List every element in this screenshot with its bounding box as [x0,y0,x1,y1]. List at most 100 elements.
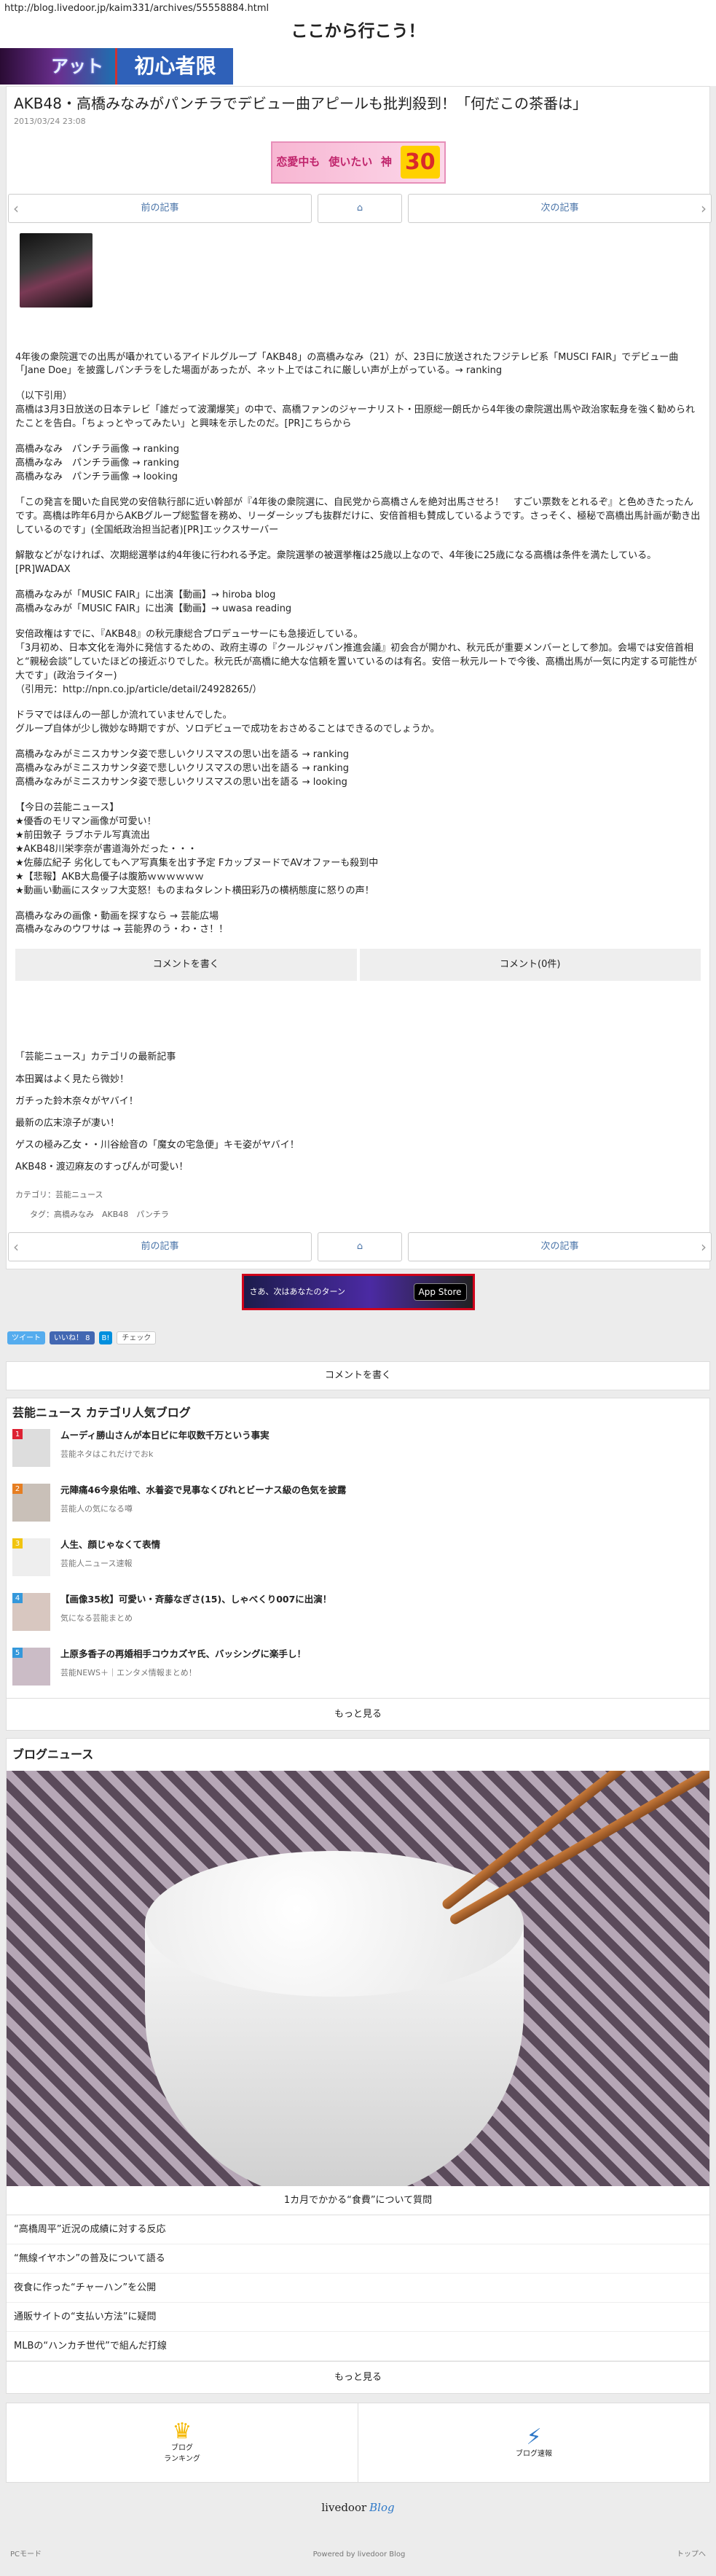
ranking-item[interactable]: 3 人生、顔じゃなくて表情 芸能人ニュース速報 [7,1534,709,1589]
next-article-button-bottom[interactable]: 次の記事 [408,1232,712,1261]
ranking-item-sub: 芸能人の気になる噂 [60,1503,133,1514]
pager-bottom: 前の記事 ⌂ 次の記事 [7,1228,712,1269]
hatena-button[interactable]: B! [98,1331,113,1344]
para-4: 解散などがなければ、次期総選挙は約4年後に行われる予定。衆院選挙の被選挙権は25… [15,550,657,576]
ranking-item-sub: 芸能ネタはこれだけでおk [60,1449,154,1459]
blog-news-item[interactable]: “高橋周平”近況の成績に対する反応 [7,2215,709,2244]
category-label: カテゴリ： [15,1190,55,1199]
ad2-text: さあ、次はあなたのターン [249,1286,345,1296]
ranking-item[interactable]: 4 【画像35枚】可愛い・斉藤なぎさ(15)、しゃべくり007に出演！ 気になる芸能… [7,1589,709,1643]
blog-speed-link[interactable]: ⚡ ブログ速報 [358,2403,709,2482]
back-to-top-link[interactable]: トップへ [677,2549,706,2560]
article-ad[interactable]: 恋愛中も 使いたい 神 30 [270,141,446,184]
category-news-item[interactable]: 最新の広末涼子が凄い！ [15,1116,701,1138]
category-news-item[interactable]: ゲスの極み乙女・・川谷絵音の「魔女の宅急便」キモ姿がヤバイ！ [15,1138,701,1160]
rank-badge: 4 [12,1593,23,1603]
home-icon: ⌂ [356,1241,363,1253]
ranking-item-sub: 芸能人ニュース速報 [60,1558,133,1568]
ad-num: 30 [400,146,440,179]
blog-news-caption[interactable]: 1カ月でかかる“食費”について質問 [7,2186,709,2215]
para-5: 高橋みなみが「MUSIC FAIR」に出演【動画】→ hiroba blog 高… [15,590,292,615]
para-3: 「この発言を聞いた自民党の安倍執行部に近い幹部が『4年後の衆院選に、自民党から高… [15,497,701,536]
category-line: カテゴリ：芸能ニュース [15,1189,701,1202]
logo-blog: Blog [369,2500,395,2514]
write-comment-button[interactable]: コメントを書く [15,949,357,982]
para-1: （以下引用） 高橋は3月3日放送の日本テレビ「誰だって波瀾爆笑」の中で、高橋ファ… [15,391,695,430]
tweet-button[interactable]: ツイート [7,1331,45,1344]
blog-news-item[interactable]: 夜食に作った“チャーハン”を公開 [7,2274,709,2303]
rank-badge: 3 [12,1538,23,1549]
bottom-bar: PCモード Powered by livedoor Blog トップへ [0,2532,716,2576]
comment-count-button[interactable]: コメント(0件) [359,949,701,982]
app-store-ad[interactable]: さあ、次はあなたのターン App Store [241,1274,475,1310]
category-news-item[interactable]: ガチった鈴木奈々がヤバイ！ [15,1095,701,1116]
ranking-item[interactable]: 1 ムーディ勝山さんが本日ビに年収数千万という事実 芸能ネタはこれだけでおk [7,1425,709,1479]
crown-icon: ♛ [172,2419,192,2444]
category-link[interactable]: 芸能ニュース [55,1190,103,1199]
ranking-item[interactable]: 5 上原多香子の再婚相手コウカズヤ氏、バッシングに楽手し！ 芸能NEWS＋｜エンタメ… [7,1643,709,1698]
blog-title[interactable]: ここから行こう！ [0,16,716,48]
like-button[interactable]: いいね！ 8 [50,1331,95,1344]
blog-speed-label: ブログ速報 [516,2449,552,2458]
article-date: 2013/03/24 23:08 [14,117,86,126]
prev-article-button-bottom[interactable]: 前の記事 [8,1232,312,1261]
tags-links[interactable]: 高橋みなみ AKB48 パンチラ [54,1210,169,1219]
author-avatar [20,232,93,308]
category-news-heading: 「芸能ニュース」カテゴリの最新記事 [15,1051,176,1062]
para-6: 安倍政権はすでに、『AKB48』の秋元康総合プロデューサーにも急接近している。 … [15,629,697,695]
ranking-title: 芸能ニュース カテゴリ人気ブログ [12,1406,191,1420]
blog-news-image[interactable] [7,1771,709,2186]
banner-right: 初心者限 [115,48,233,85]
blog-news: ブログニュース 1カ月でかかる“食費”について質問 “高橋周平”近況の成績に対す… [6,1738,710,2394]
check-button[interactable]: チェック [117,1331,157,1344]
logo-livedoor: livedoor [321,2500,367,2514]
category-news-item[interactable]: AKB48・渡辺麻友のすっぴんが可愛い！ [15,1160,701,1182]
home-icon: ⌂ [356,202,363,214]
para-8: 高橋みなみがミニスカサンタ姿で悲しいクリスマスの思い出を語る → ranking… [15,748,349,788]
powered-by: Powered by livedoor Blog [312,2550,406,2559]
prev-article-button[interactable]: 前の記事 [8,193,312,223]
para-2: 高橋みなみ パンチラ画像 → ranking 高橋みなみ パンチラ画像 → ra… [15,444,179,483]
blog-ranking-link[interactable]: ♛ ブログ ランキング [7,2403,358,2482]
para-9: 【今日の芸能ニュース】 ★優香のモリマン画像が可愛い！ ★前田敦子 ラブホテル写… [15,802,379,896]
para-7: ドラマではほんの一部しか流れていませんでした。 グループ自体が少し微妙な時期です… [15,709,440,735]
pc-mode-link[interactable]: PCモード [10,2549,42,2560]
ranking-item-sub: 芸能NEWS＋｜エンタメ情報まとめ！ [60,1667,197,1677]
article-title: AKB48・高橋みなみがパンチラでデビュー曲アピールも批判殺到！「何だこの茶番は… [14,95,587,112]
para-0: 4年後の衆院選での出馬が囁かれているアイドルグループ「AKB48」の高橋みなみ（… [15,351,679,377]
blog-news-item[interactable]: 通販サイトの“支払い方法”に疑問 [7,2303,709,2332]
livedoor-blog-logo[interactable]: livedoor Blog [0,2483,716,2532]
lightning-icon: ⚡ [526,2424,542,2450]
ad-mid: 使いたい [329,155,373,169]
ranking-more-button[interactable]: もっと見る [7,1698,709,1730]
ad-big: 神 [381,155,393,169]
blog-news-item[interactable]: MLBの“ハンカチ世代”で組んだ打線 [7,2332,709,2361]
ranking-item-sub: 気になる芸能まとめ [60,1613,133,1623]
pager-top: 前の記事 ⌂ 次の記事 [7,189,712,230]
blog-ranking-label: ブログ ランキング [164,2444,200,2463]
top-banner-ad[interactable]: アット 初心者限 [0,48,716,86]
home-button[interactable]: ⌂ [318,193,402,223]
next-article-button[interactable]: 次の記事 [408,193,712,223]
category-news-item[interactable]: 本田翼はよく見たら微妙！ [15,1073,701,1095]
category-ranking: 芸能ニュース カテゴリ人気ブログ 1 ムーディ勝山さんが本日ビに年収数千万という事… [6,1398,710,1731]
ranking-item-title: 元陣痛46今泉佑唯、水着姿で見事なくびれとビーナス級の色気を披露 [60,1484,347,1495]
app-store-badge: App Store [413,1283,467,1301]
ranking-item-title: 人生、顔じゃなくて表情 [60,1539,161,1550]
ranking-item-title: 【画像35枚】可愛い・斉藤なぎさ(15)、しゃべくり007に出演！ [60,1594,332,1605]
blog-news-item[interactable]: “無線イヤホン”の普及について語る [7,2244,709,2274]
url-bar: http://blog.livedoor.jp/kaim331/archives… [0,0,716,16]
blog-news-more-button[interactable]: もっと見る [7,2361,709,2393]
home-button-bottom[interactable]: ⌂ [318,1232,402,1261]
article: AKB48・高橋みなみがパンチラでデビュー曲アピールも批判殺到！「何だこの茶番は… [6,86,712,1269]
social-buttons: ツイート いいね！ 8 B! チェック [0,1325,716,1351]
footer-links: ♛ ブログ ランキング ⚡ ブログ速報 [6,2403,710,2483]
ad-left: 恋愛中も [276,155,320,169]
rank-badge: 1 [12,1429,23,1439]
rank-badge: 5 [12,1648,23,1658]
tags-line: タグ：高橋みなみ AKB48 パンチラ [15,1209,701,1221]
para-10: 高橋みなみの画像・動画を探すなら → 芸能広場 高橋みなみのウワサは → 芸能界… [15,910,229,936]
category-news: 「芸能ニュース」カテゴリの最新記事 本田翼はよく見たら微妙！ ガチった鈴木奈々が… [7,1050,709,1221]
write-comment-button-2[interactable]: コメントを書く [6,1361,710,1390]
ranking-item[interactable]: 2 元陣痛46今泉佑唯、水着姿で見事なくびれとビーナス級の色気を披露 芸能人の気にな… [7,1479,709,1534]
